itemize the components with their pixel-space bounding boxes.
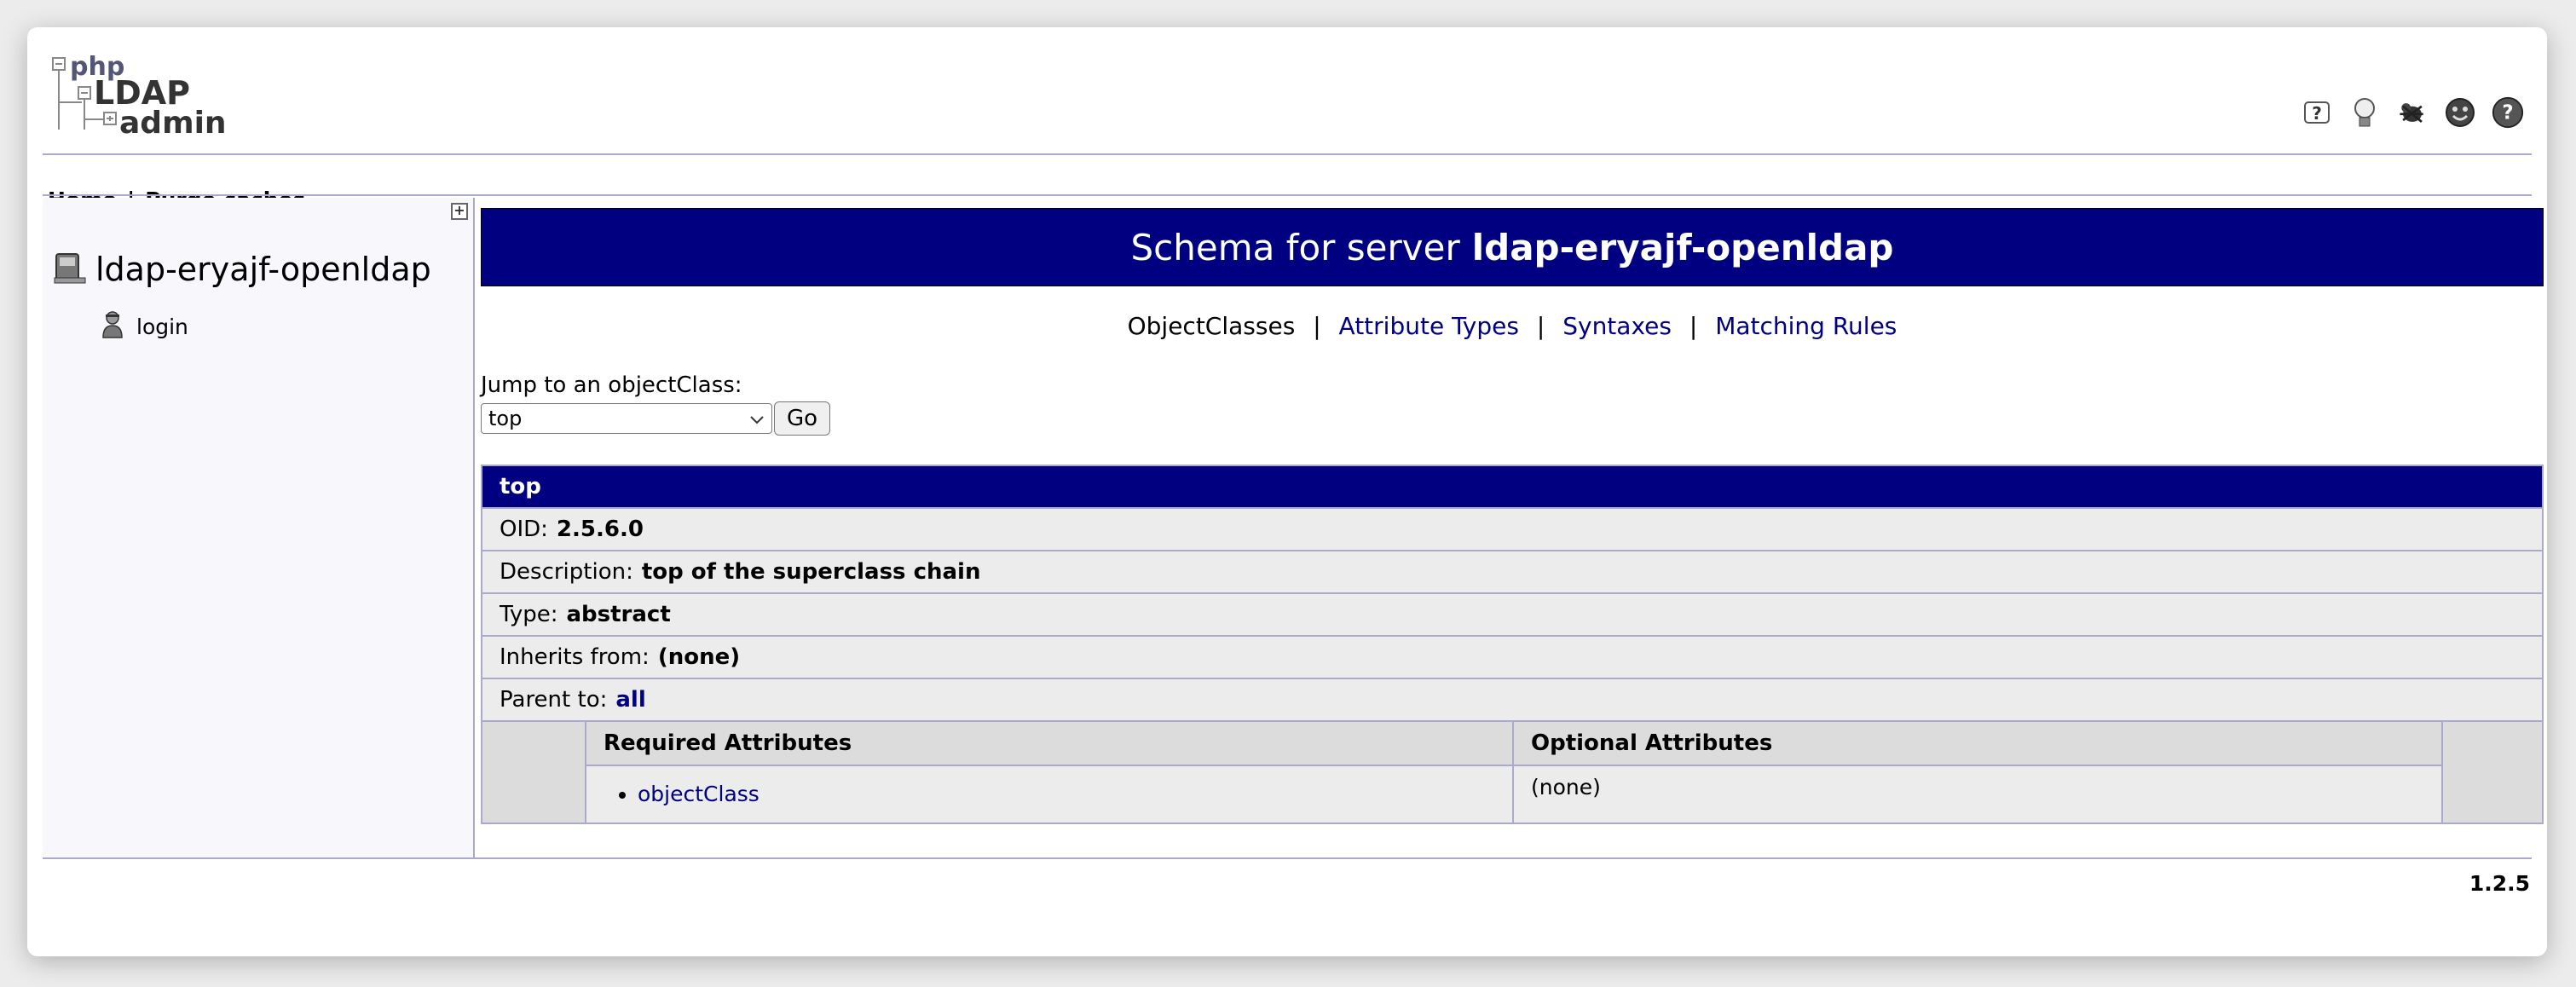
go-button[interactable]: Go <box>774 401 830 436</box>
optional-attributes-cell: (none) <box>1512 765 2441 822</box>
required-attributes-cell: objectClass <box>585 765 1512 822</box>
header-toolbar: ? ? <box>2300 95 2525 130</box>
optional-attributes-header: Optional Attributes <box>1512 722 2441 765</box>
nav-syntaxes-link[interactable]: Syntaxes <box>1562 312 1672 340</box>
footer-divider <box>43 857 2532 859</box>
jump-row: top Go <box>481 401 2544 436</box>
required-attributes-header: Required Attributes <box>585 722 1512 765</box>
parent-link[interactable]: all <box>615 687 645 713</box>
header-divider <box>43 153 2532 155</box>
oid-value: 2.5.6.0 <box>556 517 644 542</box>
optional-attributes-value: (none) <box>1531 775 1601 799</box>
help-icon[interactable]: ? <box>2300 95 2334 130</box>
required-attribute-link[interactable]: objectClass <box>638 782 760 806</box>
nav-objectclasses: ObjectClasses <box>1127 312 1296 340</box>
nav-separator: | <box>1313 312 1321 340</box>
inherits-row: Inherits from: (none) <box>482 635 2542 678</box>
jump-label: Jump to an objectClass: <box>481 372 742 398</box>
parent-label: Parent to: <box>500 687 608 713</box>
attr-right-spacer <box>2441 722 2542 822</box>
tree-login-label[interactable]: login <box>136 315 188 339</box>
tree-server-node[interactable]: ldap-eryajf-openldap <box>51 249 431 290</box>
objectclass-select-value: top <box>488 407 523 430</box>
page-title: Schema for server ldap-eryajf-openldap <box>481 208 2544 286</box>
browser-window: php LDAP admin ? ? Home | Purge caches + <box>27 27 2547 956</box>
server-tree-panel: + ldap-eryajf-openldap login <box>43 198 475 857</box>
list-item: objectClass <box>638 782 1512 806</box>
attr-left-spacer <box>482 722 585 822</box>
nav-separator: | <box>1536 312 1545 340</box>
tree-expand-icon[interactable]: + <box>451 203 468 220</box>
schema-nav: ObjectClasses | Attribute Types | Syntax… <box>481 312 2544 340</box>
required-attributes-list: objectClass <box>586 782 1512 806</box>
objectclass-name: top <box>482 466 2542 507</box>
server-icon <box>51 249 89 290</box>
donate-icon[interactable] <box>2443 95 2477 130</box>
phpldapadmin-logo[interactable]: php LDAP admin <box>48 53 227 138</box>
main-content: Schema for server ldap-eryajf-openldap O… <box>481 208 2544 824</box>
description-row: Description: top of the superclass chain <box>482 550 2542 592</box>
parent-row: Parent to: all <box>482 678 2542 720</box>
login-user-icon <box>101 310 124 343</box>
nav-attribute-types-link[interactable]: Attribute Types <box>1339 312 1519 340</box>
inherits-label: Inherits from: <box>500 644 650 670</box>
version-label: 1.2.5 <box>2469 871 2530 896</box>
type-label: Type: <box>500 602 558 627</box>
objectclass-select[interactable]: top <box>481 403 772 434</box>
description-value: top of the superclass chain <box>641 559 981 585</box>
inherits-value: (none) <box>657 644 741 670</box>
tree-login-node[interactable]: login <box>101 310 188 343</box>
objectclass-table: top OID: 2.5.6.0 Description: top of the… <box>481 465 2544 824</box>
svg-text:admin: admin <box>119 106 227 138</box>
oid-label: OID: <box>500 517 548 542</box>
tree-server-label[interactable]: ldap-eryajf-openldap <box>95 251 431 288</box>
type-row: Type: abstract <box>482 592 2542 635</box>
bug-icon[interactable] <box>2395 95 2429 130</box>
svg-text:?: ? <box>2312 103 2322 124</box>
title-prefix: Schema for server <box>1130 226 1460 268</box>
nav-separator: | <box>1689 312 1698 340</box>
menu-divider <box>43 194 2532 196</box>
title-server: ldap-eryajf-openldap <box>1471 226 1894 268</box>
lightbulb-icon[interactable] <box>2348 95 2382 130</box>
chevron-down-icon <box>749 407 765 430</box>
nav-matching-rules-link[interactable]: Matching Rules <box>1715 312 1897 340</box>
svg-text:?: ? <box>2502 102 2513 124</box>
oid-row: OID: 2.5.6.0 <box>482 507 2542 550</box>
type-value: abstract <box>566 602 671 627</box>
attributes-grid: Required Attributes Optional Attributes … <box>482 720 2542 822</box>
about-icon[interactable]: ? <box>2491 95 2525 130</box>
description-label: Description: <box>500 559 633 585</box>
